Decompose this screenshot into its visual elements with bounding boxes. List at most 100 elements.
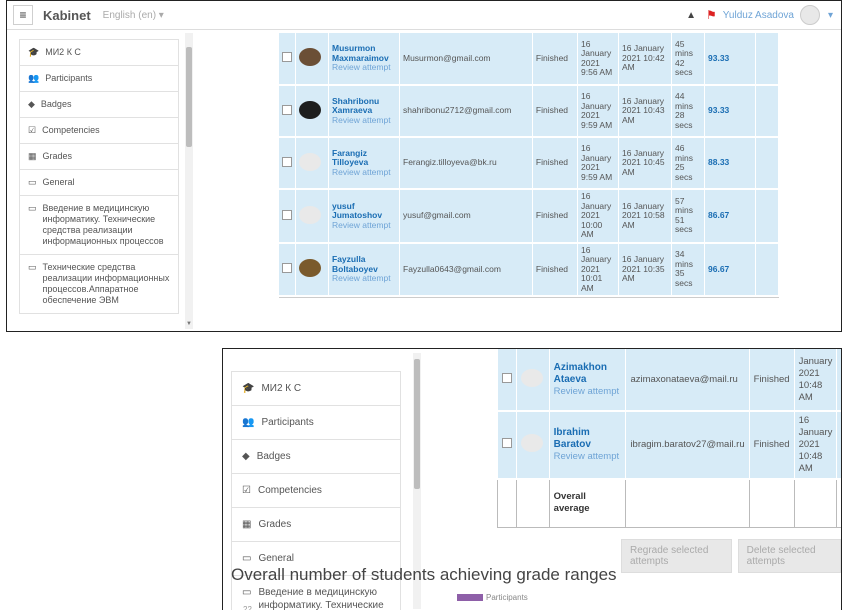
avatar[interactable] (299, 259, 321, 277)
student-name-link[interactable]: Azimakhon Ataeva (554, 362, 622, 386)
sidebar-item-label: МИ2 К С (45, 47, 81, 57)
status-cell: Finished (753, 373, 790, 385)
table-row: Farangiz Tilloyeva Review attempt Ferangiz… (279, 137, 779, 190)
sidebar-item[interactable]: ☑ Competencies (231, 473, 401, 507)
sidebar-item-label: Введение в медицинскую информатику. Техн… (258, 587, 384, 610)
completed-cell: 16 January 2021 10:43 AM (622, 95, 665, 125)
sidebar-item[interactable]: ▦ Grades (19, 143, 179, 169)
sidebar-item[interactable]: 🎓 МИ2 К С (231, 371, 401, 405)
user-name[interactable]: Yulduz Asadova (723, 10, 794, 21)
student-name-link[interactable]: yusuf Jumatoshov (332, 201, 396, 221)
sidebar-item[interactable]: 👥 Participants (231, 405, 401, 439)
row-checkbox[interactable] (282, 263, 292, 273)
review-attempt-link[interactable]: Review attempt (554, 386, 622, 398)
grades-icon: ▦ (28, 151, 37, 161)
avatar[interactable] (299, 205, 321, 224)
row-checkbox[interactable] (501, 438, 512, 448)
site-brand[interactable]: Kabinet (43, 8, 91, 23)
email-cell: Ferangiz.tilloyeva@bk.ru (403, 157, 497, 168)
duration-cell: 34 mins 35 secs (675, 249, 693, 288)
table-row: yusuf Jumatoshov Review attempt yusuf@gmai… (279, 189, 779, 244)
grade-link[interactable]: 86.67 (708, 210, 729, 220)
grade-link[interactable]: 96.67 (708, 264, 729, 274)
sidebar-item[interactable]: ◆ Badges (19, 91, 179, 117)
overall-average-label: Overall average (553, 491, 590, 515)
started-cell: 16 January 2021 10:01 AM (581, 244, 612, 293)
user-avatar[interactable] (799, 5, 820, 25)
grade-link[interactable]: 93.33 (708, 105, 729, 116)
student-name-link[interactable]: Fayzulla Boltaboyev (332, 254, 396, 274)
chart-title: Overall number of students achieving gra… (231, 565, 617, 584)
sidebar-item-label: Participants (261, 417, 314, 428)
grades-icon: ▦ (242, 519, 252, 530)
sidebar-item[interactable]: ☑ Competencies (19, 117, 179, 143)
chevron-down-icon[interactable]: ▾ (828, 10, 833, 21)
sidebar-item[interactable]: 🎓 МИ2 К С (19, 39, 179, 65)
row-checkbox[interactable] (282, 209, 292, 220)
bell-icon[interactable]: ▲ (686, 10, 696, 21)
started-cell: 16 January 2021 9:59 AM (581, 91, 613, 130)
student-name-link[interactable]: Musurmon Maxmaraimov (332, 44, 396, 63)
legend-swatch (457, 594, 483, 601)
review-attempt-link[interactable]: Review attempt (332, 273, 396, 284)
duration-cell: 46 mins 25 secs (675, 143, 693, 182)
regrade-button[interactable]: Regrade selected attempts (621, 539, 732, 573)
notification-flag-icon[interactable]: ⚑ (706, 8, 717, 22)
sidebar-item[interactable]: ▭ Введение в медицинскую информатику. Тех… (19, 195, 179, 254)
sidebar-item-label: General (42, 177, 75, 187)
sidebar-item[interactable]: ▭ General (19, 169, 179, 195)
review-attempt-link[interactable]: Review attempt (332, 167, 396, 178)
overall-average-row: Overall average84.74 (19) (497, 478, 841, 528)
sidebar-scrollbar[interactable]: ▼ (185, 33, 193, 329)
competencies-icon: ☑ (28, 125, 37, 135)
chart-legend[interactable]: Participants (457, 593, 528, 602)
review-attempt-link[interactable]: Review attempt (332, 220, 396, 231)
hamburger-icon[interactable]: ≡ (13, 5, 33, 25)
review-attempt-link[interactable]: Review attempt (332, 63, 396, 73)
hat-icon: 🎓 (28, 47, 40, 57)
started-cell: January 2021 10:48 AM (798, 355, 833, 403)
sidebar-item[interactable]: ▭ Технические средства реализации информа… (19, 254, 179, 314)
grade-link[interactable]: 88.33 (708, 157, 729, 168)
table-row: Fayzulla Boltaboyev Review attempt Fayzull… (279, 242, 779, 297)
avatar[interactable] (299, 48, 321, 67)
status-cell: Finished (535, 263, 569, 274)
course-sidebar: 🎓 МИ2 К С 👥 Participants ◆ Badges ☑ Competencie… (19, 39, 179, 314)
review-attempt-link[interactable]: Review attempt (554, 451, 622, 463)
grade-link[interactable]: 93.33 (708, 53, 729, 63)
status-cell: Finished (753, 439, 790, 450)
badge-icon: ◆ (242, 451, 250, 462)
email-cell: Fayzulla0643@gmail.com (403, 263, 501, 274)
avatar[interactable] (299, 152, 321, 171)
folder-icon: ▭ (28, 203, 37, 213)
top-navbar: ≡ Kabinet English (en) ▾ ▲ ⚑ Yulduz Asad… (7, 1, 841, 30)
row-checkbox[interactable] (282, 52, 292, 63)
duration-cell: 57 mins 51 secs (675, 195, 693, 235)
started-cell: 16 January 2021 9:59 AM (581, 143, 613, 182)
folder-icon: ▭ (28, 262, 37, 272)
sidebar-item[interactable]: ◆ Badges (231, 439, 401, 473)
table-footer-row (279, 297, 779, 306)
student-name-link[interactable]: Farangiz Tilloyeva (332, 148, 396, 168)
avatar[interactable] (520, 434, 543, 452)
sidebar-item[interactable]: 👥 Participants (19, 65, 179, 91)
row-checkbox[interactable] (282, 156, 292, 167)
row-checkbox[interactable] (282, 104, 292, 115)
review-attempt-link[interactable]: Review attempt (332, 115, 396, 126)
avatar[interactable] (299, 100, 321, 119)
started-cell: 16 January 2021 9:56 AM (581, 38, 613, 77)
completed-cell: 16 January 2021 10:35 AM (622, 254, 665, 283)
student-name-link[interactable]: Ibrahim Baratov (554, 427, 622, 451)
participants-icon: 👥 (28, 73, 40, 83)
avatar[interactable] (520, 368, 543, 387)
participants-icon: 👥 (242, 417, 255, 428)
hat-icon: 🎓 (242, 383, 255, 394)
delete-attempts-button[interactable]: Delete selected attempts (737, 539, 841, 573)
sidebar-item-label: Competencies (257, 485, 322, 496)
email-cell: yusuf@gmail.com (403, 210, 471, 220)
student-name-link[interactable]: Shahribonu Xamraeva (332, 96, 396, 116)
row-checkbox[interactable] (501, 372, 512, 383)
sidebar-item[interactable]: ▦ Grades (231, 507, 401, 541)
email-cell: ibragim.baratov27@mail.ru (630, 439, 745, 450)
language-menu[interactable]: English (en) ▾ (103, 10, 164, 21)
